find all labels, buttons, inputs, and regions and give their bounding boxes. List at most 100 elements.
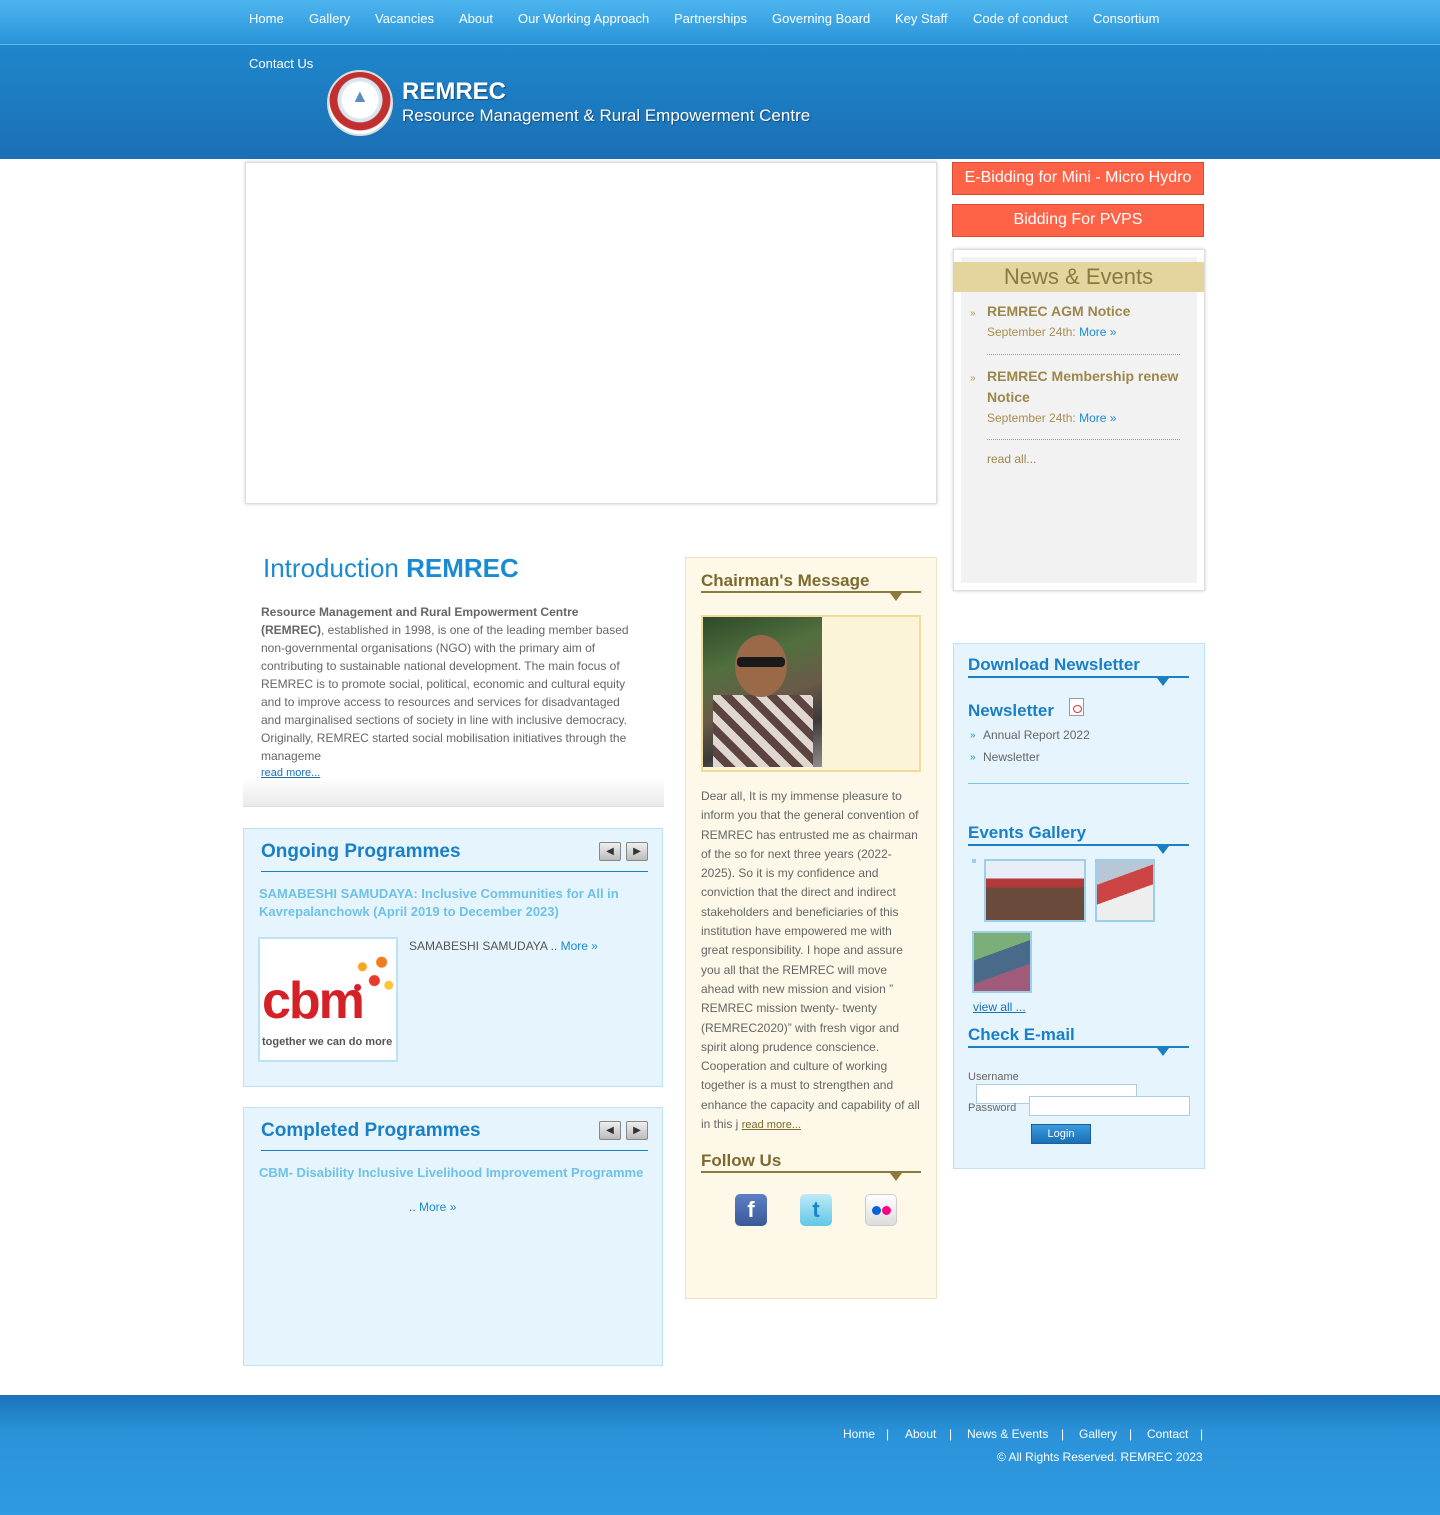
username-label: Username bbox=[968, 1071, 1019, 1083]
ebidding-micro-hydro-button[interactable]: E-Bidding for Mini - Micro Hydro bbox=[952, 162, 1204, 195]
nav-governing-board[interactable]: Governing Board bbox=[772, 11, 870, 26]
chairman-read-more-link[interactable]: read more... bbox=[742, 1119, 801, 1131]
triangle-down-icon bbox=[1157, 1048, 1169, 1056]
chairman-heading: Chairman's Message bbox=[701, 571, 870, 590]
bullet-arrow-icon: » bbox=[970, 308, 976, 319]
introduction-text: Resource Management and Rural Empowermen… bbox=[261, 603, 633, 765]
bidding-pvps-button[interactable]: Bidding For PVPS bbox=[952, 204, 1204, 237]
news-item-title[interactable]: REMREC AGM Notice bbox=[987, 301, 1187, 322]
news-item-date: September 24th: More » bbox=[987, 325, 1116, 339]
gallery-thumbnail[interactable] bbox=[972, 931, 1032, 993]
nav-code-of-conduct[interactable]: Code of conduct bbox=[973, 11, 1068, 26]
completed-programme-title[interactable]: CBM- Disability Inclusive Livelihood Imp… bbox=[259, 1164, 649, 1182]
bullet-arrow-icon: » bbox=[970, 752, 976, 763]
nav-home[interactable]: Home bbox=[249, 11, 284, 26]
chairman-message: Dear all, It is my immense pleasure to i… bbox=[701, 787, 921, 1135]
footer-separator: | bbox=[1200, 1427, 1204, 1441]
footer-copyright: © All Rights Reserved. REMREC 2023 bbox=[997, 1450, 1203, 1464]
ongoing-programme-desc: SAMABESHI SAMUDAYA .. More » bbox=[409, 939, 598, 953]
divider bbox=[701, 1171, 921, 1173]
login-button[interactable]: Login bbox=[1031, 1124, 1091, 1144]
completed-programmes-heading: Completed Programmes bbox=[261, 1120, 481, 1141]
nav-contact-us[interactable]: Contact Us bbox=[249, 56, 313, 71]
divider bbox=[987, 439, 1180, 440]
next-arrow-icon[interactable]: ▶ bbox=[626, 842, 648, 861]
intro-body: , established in 1998, is one of the lea… bbox=[261, 623, 629, 763]
nav-about[interactable]: About bbox=[459, 11, 493, 26]
facebook-icon[interactable]: f bbox=[735, 1194, 767, 1226]
divider bbox=[968, 676, 1189, 678]
news-item-title[interactable]: REMREC Membership renew Notice bbox=[987, 366, 1187, 408]
footer-separator: | bbox=[1061, 1427, 1065, 1441]
newsletter-item-newsletter[interactable]: Newsletter bbox=[983, 750, 1040, 764]
introduction-heading: Introduction REMREC bbox=[263, 553, 519, 584]
cbm-logo-image[interactable]: cbm together we can do more bbox=[258, 937, 398, 1062]
twitter-icon[interactable]: t bbox=[800, 1194, 832, 1226]
completed-programmes-panel bbox=[243, 1107, 663, 1366]
footer-separator: | bbox=[886, 1427, 890, 1441]
programme-more-link[interactable]: More » bbox=[561, 939, 598, 953]
news-more-link[interactable]: More » bbox=[1079, 325, 1116, 339]
triangle-down-icon bbox=[1157, 678, 1169, 686]
triangle-down-icon bbox=[1157, 846, 1169, 854]
newsletter-item-annual-report[interactable]: Annual Report 2022 bbox=[983, 728, 1090, 742]
intro-read-more-link[interactable]: read more... bbox=[261, 767, 320, 779]
events-gallery-heading: Events Gallery bbox=[968, 823, 1087, 842]
news-more-link[interactable]: More » bbox=[1079, 411, 1116, 425]
news-item-date: September 24th: More » bbox=[987, 411, 1116, 425]
password-label: Password bbox=[968, 1102, 1017, 1114]
footer-link-gallery[interactable]: Gallery bbox=[1079, 1427, 1117, 1441]
nav-working-approach[interactable]: Our Working Approach bbox=[518, 11, 649, 26]
cbm-dots-icon bbox=[348, 953, 396, 999]
bullet-arrow-icon: » bbox=[970, 373, 976, 384]
gallery-thumbnail[interactable] bbox=[984, 859, 1086, 922]
nav-partnerships[interactable]: Partnerships bbox=[674, 11, 747, 26]
footer-link-home[interactable]: Home bbox=[843, 1427, 875, 1441]
check-email-heading: Check E-mail bbox=[968, 1025, 1075, 1044]
photo-shirt bbox=[713, 695, 813, 767]
intro-heading-prefix: Introduction bbox=[263, 553, 399, 583]
footer-separator: | bbox=[949, 1427, 953, 1441]
prev-arrow-icon[interactable]: ◀ bbox=[599, 1121, 621, 1140]
triangle-down-icon bbox=[890, 593, 902, 601]
site-title[interactable]: REMREC bbox=[402, 78, 506, 106]
news-read-all-link[interactable]: read all... bbox=[987, 452, 1036, 466]
gallery-bullet bbox=[972, 859, 976, 863]
image-slider bbox=[245, 162, 937, 504]
nav-key-staff[interactable]: Key Staff bbox=[895, 11, 948, 26]
chairman-message-text: Dear all, It is my immense pleasure to i… bbox=[701, 789, 920, 1132]
next-arrow-icon[interactable]: ▶ bbox=[626, 1121, 648, 1140]
footer-link-about[interactable]: About bbox=[905, 1427, 936, 1441]
news-events-heading: News & Events bbox=[953, 262, 1204, 292]
ongoing-programmes-heading: Ongoing Programmes bbox=[261, 841, 461, 862]
remrec-logo-seal[interactable] bbox=[327, 70, 393, 136]
completed-programme-desc: .. More » bbox=[409, 1200, 456, 1214]
programme-desc-text: SAMABESHI SAMUDAYA .. bbox=[409, 939, 558, 953]
programme-more-link[interactable]: More » bbox=[419, 1200, 456, 1214]
ongoing-programme-title[interactable]: SAMABESHI SAMUDAYA: Inclusive Communitie… bbox=[259, 885, 649, 921]
password-input[interactable] bbox=[1029, 1096, 1190, 1116]
footer-link-news-events[interactable]: News & Events bbox=[967, 1427, 1048, 1441]
footer-separator: | bbox=[1129, 1427, 1133, 1441]
news-date-text: September 24th: bbox=[987, 325, 1076, 339]
nav-gallery[interactable]: Gallery bbox=[309, 11, 350, 26]
gallery-view-all-link[interactable]: view all ... bbox=[973, 1000, 1026, 1014]
news-date-text: September 24th: bbox=[987, 411, 1076, 425]
site-subtitle: Resource Management & Rural Empowerment … bbox=[402, 106, 811, 125]
download-newsletter-heading: Download Newsletter bbox=[968, 655, 1140, 674]
follow-us-heading: Follow Us bbox=[701, 1151, 782, 1170]
flickr-icon[interactable] bbox=[865, 1194, 897, 1226]
footer-link-contact[interactable]: Contact bbox=[1147, 1427, 1188, 1441]
site-footer bbox=[0, 1395, 1440, 1515]
gallery-thumbnail[interactable] bbox=[1095, 859, 1155, 922]
pdf-icon[interactable] bbox=[1069, 698, 1084, 716]
divider bbox=[968, 1046, 1189, 1048]
divider bbox=[701, 591, 921, 593]
cbm-tagline: together we can do more bbox=[262, 1036, 393, 1048]
nav-vacancies[interactable]: Vacancies bbox=[375, 11, 434, 26]
nav-consortium[interactable]: Consortium bbox=[1093, 11, 1159, 26]
prev-arrow-icon[interactable]: ◀ bbox=[599, 842, 621, 861]
programme-desc-text: .. bbox=[409, 1200, 416, 1214]
triangle-down-icon bbox=[890, 1173, 902, 1181]
divider bbox=[968, 783, 1189, 784]
